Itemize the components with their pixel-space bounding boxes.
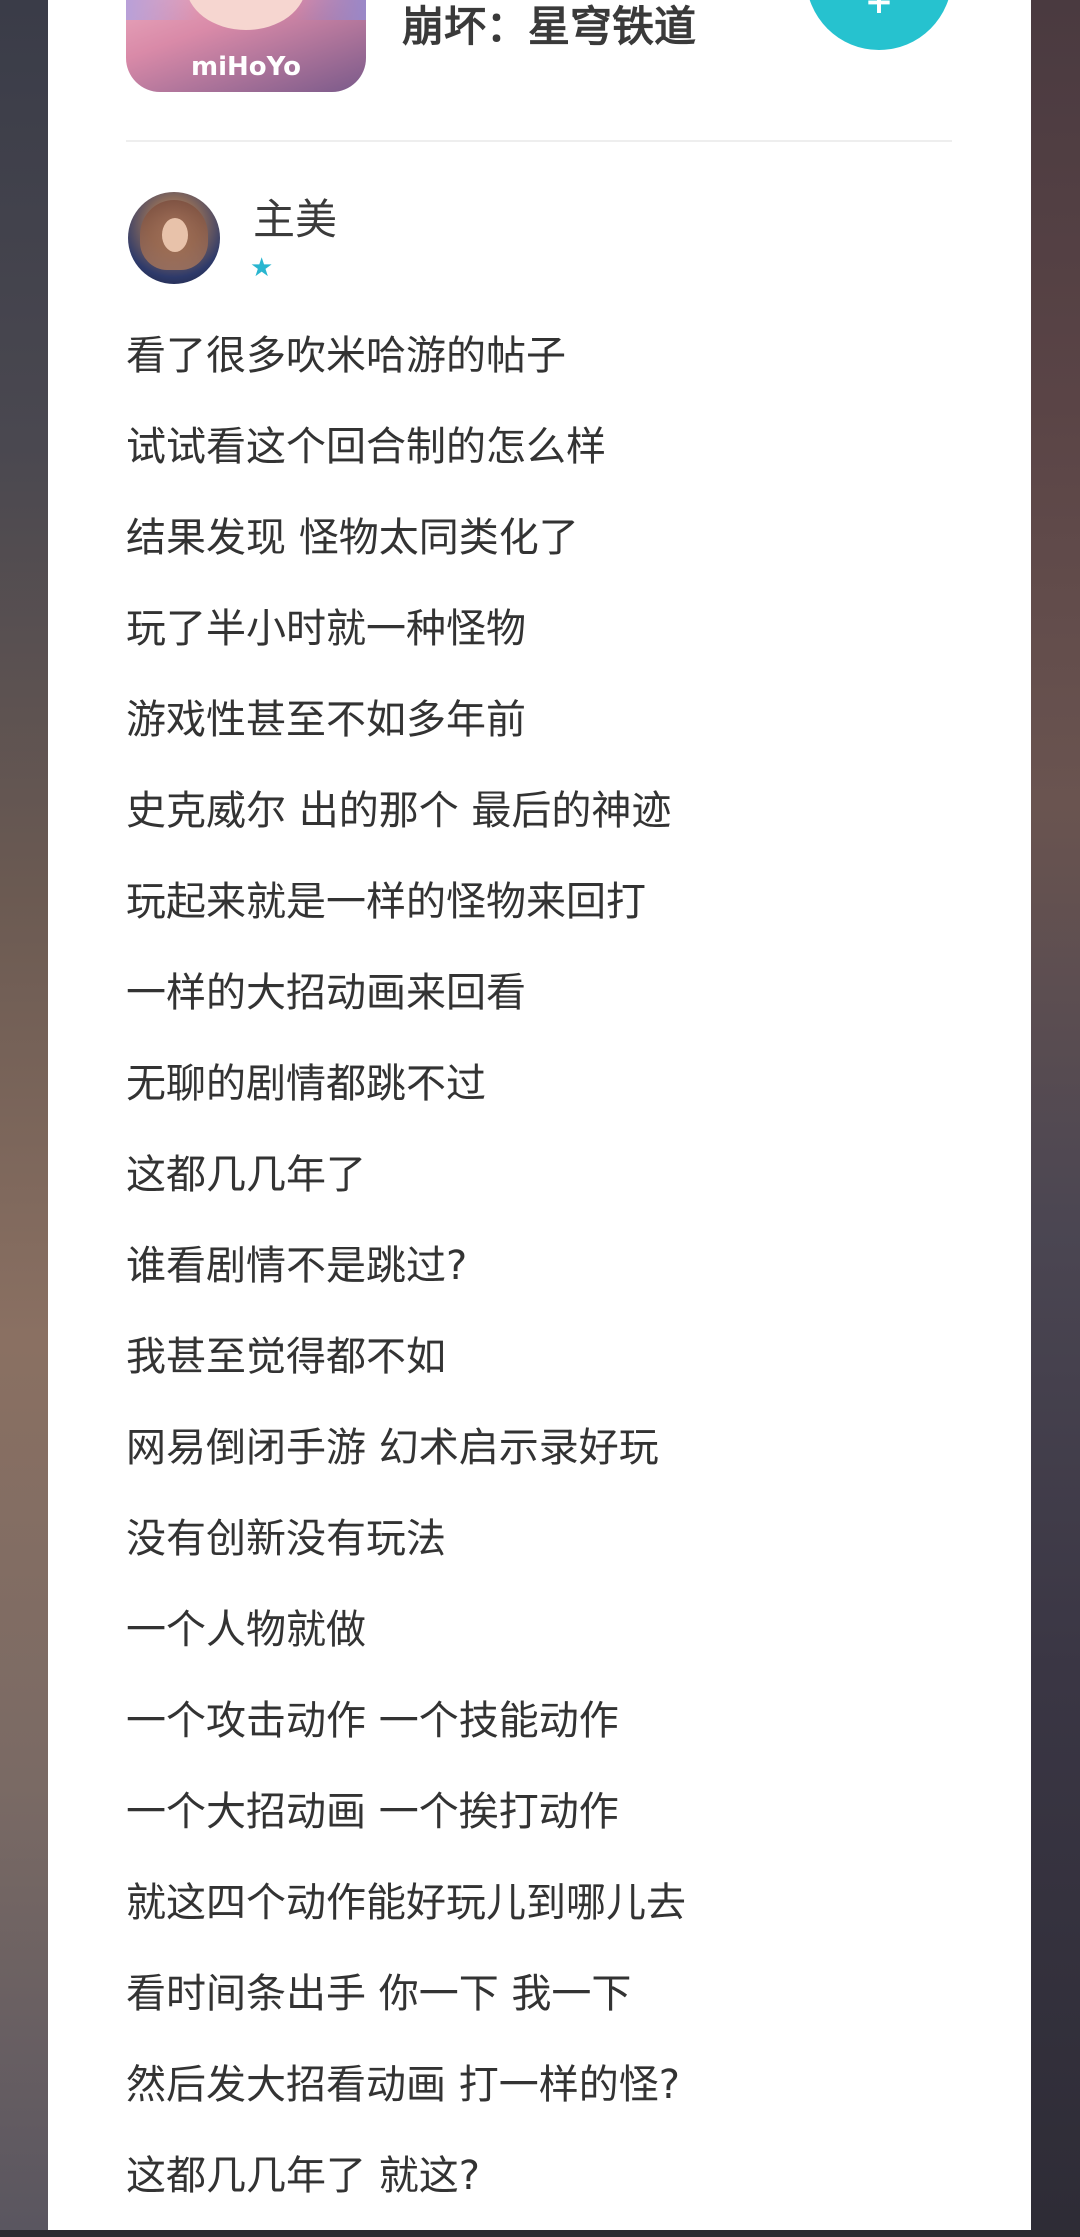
post-content: 看了很多吹米哈游的帖子 试试看这个回合制的怎么样 结果发现 怪物太同类化了 玩了… <box>126 326 952 2237</box>
post-line: 游戏性甚至不如多年前 <box>126 697 526 743</box>
post-line: 谁看剧情不是跳过? <box>126 1243 468 1289</box>
background-right <box>1031 0 1080 2230</box>
post-line: 一样的大招动画来回看 <box>126 970 526 1016</box>
post-line: 我甚至觉得都不如 <box>126 1334 446 1380</box>
app-icon-face <box>186 0 306 30</box>
post-line: 这都几几年了 就这? <box>126 2153 480 2199</box>
app-icon[interactable]: miHoYo <box>126 0 366 92</box>
star-badge-icon: ★ <box>250 253 274 283</box>
post-line: 网易倒闭手游 幻术启示录好玩 <box>126 1425 659 1471</box>
post-line: 史克威尔 出的那个 最后的神迹 <box>126 788 672 834</box>
divider <box>126 140 952 142</box>
author-name[interactable]: 主美 <box>253 192 337 248</box>
app-title[interactable]: 崩坏：星穹铁道 <box>402 2 696 52</box>
post-line: 一个人物就做 <box>126 1607 366 1653</box>
post-line: 结果发现 怪物太同类化了 <box>126 515 579 561</box>
avatar-face <box>162 218 188 252</box>
post-line: 玩了半小时就一种怪物 <box>126 606 526 652</box>
app-logo-text: miHoYo <box>191 52 301 82</box>
avatar[interactable] <box>128 192 220 284</box>
post-line: 没有创新没有玩法 <box>126 1516 446 1562</box>
background-left <box>0 0 48 2230</box>
post-line: 这都几几年了 <box>126 1152 366 1198</box>
plus-icon: + <box>864 0 894 22</box>
post-line: 看了很多吹米哈游的帖子 <box>126 333 566 379</box>
post-line: 一个大招动画 一个挨打动作 <box>126 1789 619 1835</box>
post-line: 然后发大招看动画 打一样的怪? <box>126 2062 680 2108</box>
post-line: 无聊的剧情都跳不过 <box>126 1061 486 1107</box>
post-line: 看时间条出手 你一下 我一下 <box>126 1971 632 2017</box>
post-line: 玩起来就是一样的怪物来回打 <box>126 879 646 925</box>
post-line: 一个攻击动作 一个技能动作 <box>126 1698 619 1744</box>
post-line: 就这四个动作能好玩儿到哪儿去 <box>126 1880 686 1926</box>
post-line: 试试看这个回合制的怎么样 <box>126 424 606 470</box>
